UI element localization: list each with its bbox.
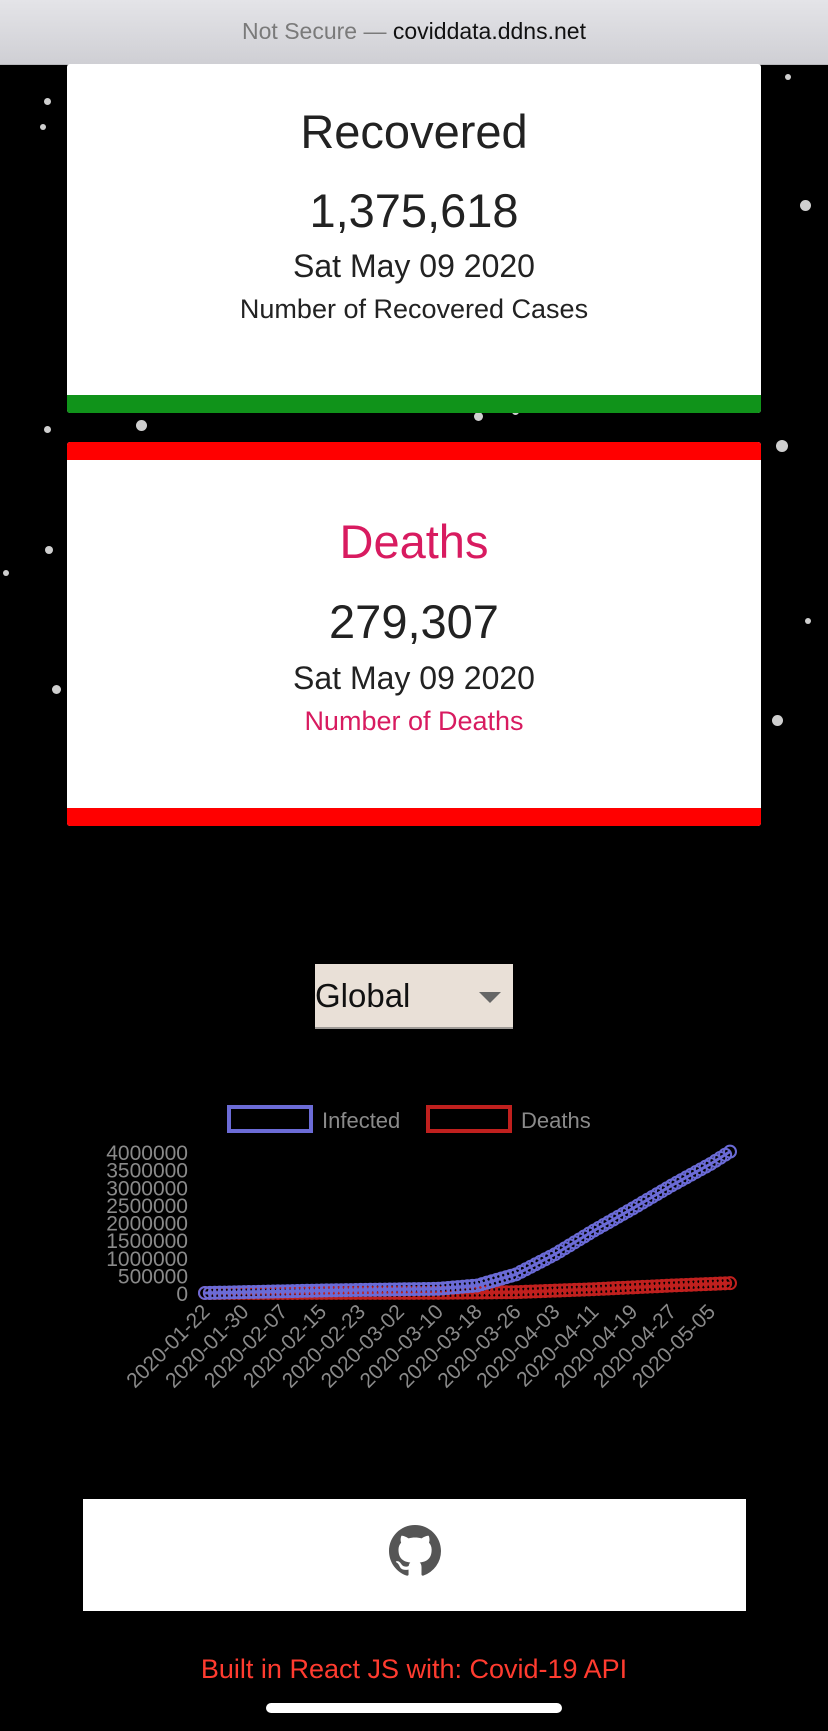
github-icon[interactable] bbox=[389, 1525, 441, 1577]
chart-legend: Infected Deaths bbox=[227, 1105, 591, 1133]
chart-plot-area bbox=[198, 1144, 737, 1300]
home-indicator[interactable] bbox=[266, 1703, 562, 1713]
y-axis: 4000000350000030000002500000200000015000… bbox=[106, 1142, 188, 1306]
url-separator: — bbox=[357, 18, 393, 44]
snow-dot bbox=[52, 685, 61, 694]
snow-dot bbox=[44, 98, 51, 105]
deaths-top-bar bbox=[67, 442, 761, 460]
deaths-title: Deaths bbox=[339, 515, 489, 568]
y-tick-label: 0 bbox=[176, 1283, 188, 1306]
recovered-card: Recovered 1,375,618 Sat May 09 2020 Numb… bbox=[67, 64, 761, 413]
domain-label: coviddata.ddns.net bbox=[392, 18, 586, 44]
recovered-accent-bar bbox=[67, 395, 761, 413]
deaths-description: Number of Deaths bbox=[304, 706, 524, 736]
country-select-value: Global bbox=[315, 977, 411, 1014]
legend-label-infected: Infected bbox=[322, 1108, 400, 1133]
snow-dot bbox=[44, 426, 51, 433]
security-label: Not Secure bbox=[242, 18, 358, 44]
snow-dot bbox=[136, 420, 147, 431]
footer-card bbox=[83, 1499, 746, 1611]
snow-dot bbox=[785, 74, 791, 80]
snow-dot bbox=[40, 124, 46, 130]
recovered-description: Number of Recovered Cases bbox=[239, 294, 589, 324]
x-axis: 2020-01-222020-01-302020-02-072020-02-15… bbox=[122, 1300, 720, 1392]
series-line-infected bbox=[204, 1150, 731, 1295]
snow-dot bbox=[45, 546, 53, 554]
legend-swatch-infected bbox=[227, 1105, 313, 1133]
recovered-date: Sat May 09 2020 bbox=[293, 248, 535, 284]
country-select[interactable]: Global bbox=[315, 964, 513, 1029]
snow-dot bbox=[772, 715, 783, 726]
cases-line-chart: Infected Deaths 4000000350000030000002500… bbox=[106, 1105, 737, 1392]
snow-dot bbox=[474, 412, 483, 421]
browser-url-bar[interactable]: Not Secure — coviddata.ddns.net bbox=[0, 0, 828, 65]
deaths-card: Deaths 279,307 Sat May 09 2020 Number of… bbox=[67, 442, 761, 826]
url-text[interactable]: Not Secure — coviddata.ddns.net bbox=[0, 18, 828, 45]
recovered-value: 1,375,618 bbox=[309, 184, 519, 237]
snow-dot bbox=[805, 618, 811, 624]
deaths-value: 279,307 bbox=[329, 595, 499, 648]
footer-credit: Built in React JS with: Covid-19 API bbox=[200, 1654, 628, 1684]
chevron-down-icon bbox=[479, 992, 501, 1003]
snow-dot bbox=[776, 440, 788, 452]
deaths-date: Sat May 09 2020 bbox=[293, 660, 535, 696]
legend-label-deaths: Deaths bbox=[521, 1108, 591, 1133]
recovered-title: Recovered bbox=[300, 105, 528, 158]
snow-dot bbox=[3, 570, 9, 576]
deaths-accent-bar bbox=[67, 808, 761, 826]
legend-swatch-deaths bbox=[426, 1105, 512, 1133]
snow-dot bbox=[800, 200, 811, 211]
